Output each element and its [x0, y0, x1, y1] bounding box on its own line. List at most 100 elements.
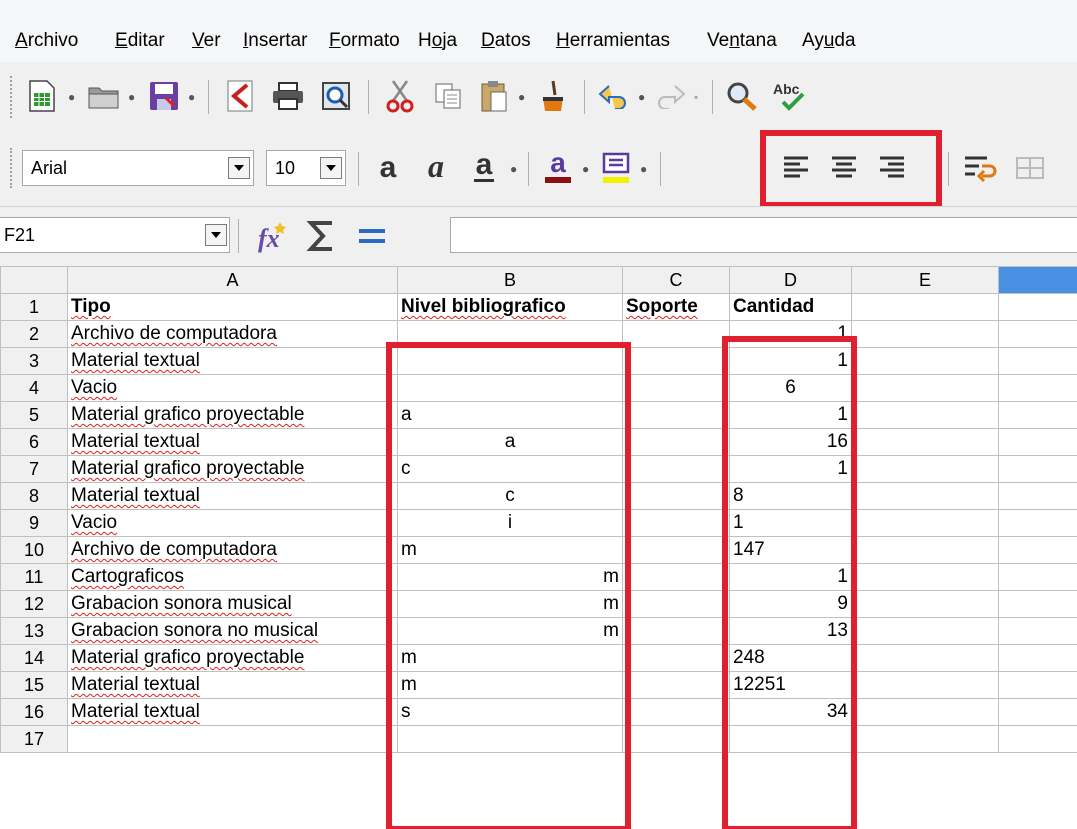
- menu-formato[interactable]: Formato: [329, 30, 400, 52]
- cell-c[interactable]: [622, 590, 730, 618]
- cell-f[interactable]: [998, 347, 1077, 375]
- cell-c[interactable]: [622, 617, 730, 645]
- row-header[interactable]: 2: [0, 320, 68, 348]
- font-name-dropdown-icon[interactable]: [228, 157, 250, 179]
- merge-cells-icon[interactable]: [1008, 148, 1052, 188]
- cell-d[interactable]: 1: [729, 455, 852, 483]
- column-header-f[interactable]: [998, 266, 1077, 294]
- cell-b[interactable]: [397, 320, 623, 348]
- cell-e[interactable]: [851, 374, 999, 402]
- cell-f[interactable]: [998, 401, 1077, 429]
- cell-a[interactable]: Material textual: [67, 698, 398, 726]
- cell-e[interactable]: [851, 671, 999, 699]
- cell-d[interactable]: 12251: [729, 671, 852, 699]
- cell-f[interactable]: [998, 725, 1077, 753]
- cell-d[interactable]: 6: [729, 374, 852, 402]
- row-header[interactable]: 14: [0, 644, 68, 672]
- cell-a[interactable]: Material textual: [67, 347, 398, 375]
- redo-dropdown-icon[interactable]: ▪: [694, 90, 698, 104]
- column-header-c[interactable]: C: [622, 266, 730, 294]
- cell-e[interactable]: [851, 509, 999, 537]
- row-header[interactable]: 6: [0, 428, 68, 456]
- cell-c[interactable]: [622, 671, 730, 699]
- cell-c[interactable]: [622, 401, 730, 429]
- function-wizard-icon[interactable]: fx: [250, 215, 294, 257]
- row-header[interactable]: 11: [0, 563, 68, 591]
- row-header[interactable]: 12: [0, 590, 68, 618]
- cell-e[interactable]: [851, 320, 999, 348]
- menu-herramientas[interactable]: Herramientas: [556, 30, 670, 52]
- bold-icon[interactable]: a: [368, 148, 408, 188]
- cell-a[interactable]: Material grafico proyectable: [67, 455, 398, 483]
- cell-a[interactable]: Vacio: [67, 374, 398, 402]
- cell-e[interactable]: [851, 563, 999, 591]
- cell-f[interactable]: [998, 536, 1077, 564]
- row-header[interactable]: 7: [0, 455, 68, 483]
- row-header[interactable]: 10: [0, 536, 68, 564]
- font-name-box[interactable]: Arial: [22, 150, 254, 186]
- cell-c[interactable]: [622, 536, 730, 564]
- cell-d[interactable]: 1: [729, 509, 852, 537]
- cell-c[interactable]: [622, 698, 730, 726]
- row-header[interactable]: 16: [0, 698, 68, 726]
- align-left-icon[interactable]: [776, 148, 816, 188]
- cell-a[interactable]: Material textual: [67, 671, 398, 699]
- menu-ver[interactable]: Ver: [192, 30, 221, 52]
- paste-dropdown-icon[interactable]: ●: [518, 90, 525, 104]
- cell-b[interactable]: [397, 374, 623, 402]
- save-dropdown-icon[interactable]: ●: [188, 90, 195, 104]
- toolbar-grip[interactable]: [10, 148, 15, 188]
- menu-ayuda[interactable]: Ayuda: [802, 30, 856, 52]
- column-header-d[interactable]: D: [729, 266, 852, 294]
- cell-d[interactable]: 8: [729, 482, 852, 510]
- cell-e[interactable]: [851, 455, 999, 483]
- new-spreadsheet-icon[interactable]: [22, 76, 62, 116]
- underline-dropdown-icon[interactable]: ●: [510, 162, 517, 176]
- cell-f[interactable]: [998, 698, 1077, 726]
- cell-e[interactable]: [851, 293, 999, 321]
- cell-d[interactable]: 147: [729, 536, 852, 564]
- cell-b[interactable]: c: [397, 455, 623, 483]
- cell-c[interactable]: [622, 320, 730, 348]
- cell-f[interactable]: [998, 563, 1077, 591]
- cell-a[interactable]: Archivo de computadora: [67, 320, 398, 348]
- menu-insertar[interactable]: Insertar: [243, 30, 307, 52]
- export-pdf-icon[interactable]: [220, 76, 260, 116]
- cell-e[interactable]: [851, 617, 999, 645]
- cell-f[interactable]: [998, 671, 1077, 699]
- cell-c[interactable]: [622, 428, 730, 456]
- cell-a[interactable]: Archivo de computadora: [67, 536, 398, 564]
- cell-b[interactable]: a: [397, 401, 623, 429]
- row-header[interactable]: 8: [0, 482, 68, 510]
- spellcheck-icon[interactable]: Abc: [768, 76, 812, 116]
- cell-e[interactable]: [851, 536, 999, 564]
- cell-f[interactable]: [998, 644, 1077, 672]
- undo-dropdown-icon[interactable]: ●: [638, 90, 645, 104]
- cell-c[interactable]: [622, 374, 730, 402]
- cell-e[interactable]: [851, 644, 999, 672]
- align-right-icon[interactable]: [872, 148, 912, 188]
- formula-input[interactable]: [450, 217, 1077, 253]
- cell-f[interactable]: [998, 428, 1077, 456]
- print-icon[interactable]: [268, 76, 308, 116]
- cell-a[interactable]: Material grafico proyectable: [67, 644, 398, 672]
- cell-b[interactable]: m: [397, 644, 623, 672]
- row-header[interactable]: 17: [0, 725, 68, 753]
- cell-c[interactable]: [622, 347, 730, 375]
- menu-datos[interactable]: Datos: [481, 30, 531, 52]
- cell-d[interactable]: 34: [729, 698, 852, 726]
- cell-f[interactable]: [998, 590, 1077, 618]
- cell-d[interactable]: 1: [729, 320, 852, 348]
- cell-b[interactable]: m: [397, 563, 623, 591]
- print-preview-icon[interactable]: [316, 76, 356, 116]
- cell-c[interactable]: [622, 563, 730, 591]
- menu-hoja[interactable]: Hoja: [418, 30, 457, 52]
- cell-a[interactable]: Vacio: [67, 509, 398, 537]
- save-icon[interactable]: [144, 76, 184, 116]
- cell-d[interactable]: 1: [729, 401, 852, 429]
- align-center-icon[interactable]: [824, 148, 864, 188]
- cell-b[interactable]: s: [397, 698, 623, 726]
- open-folder-icon[interactable]: [84, 76, 124, 116]
- cell-e[interactable]: [851, 347, 999, 375]
- column-header-b[interactable]: B: [397, 266, 623, 294]
